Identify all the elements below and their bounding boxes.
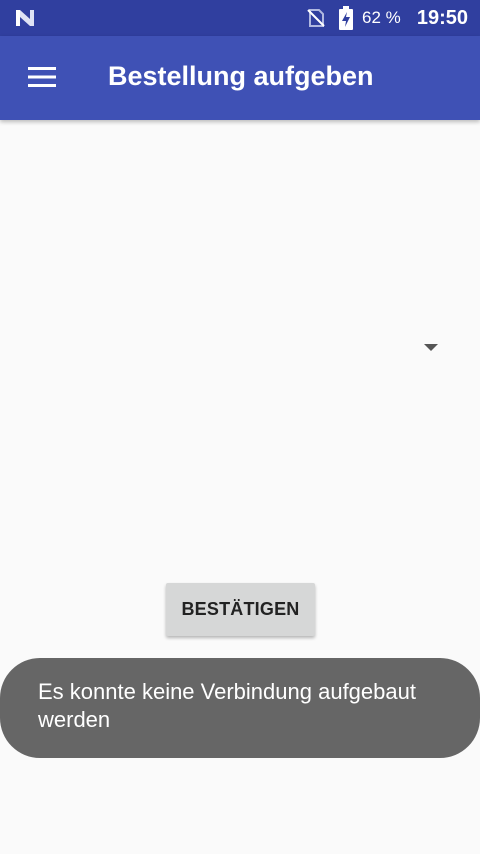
battery-charging-icon bbox=[339, 6, 353, 30]
page-title: Bestellung aufgeben bbox=[108, 61, 374, 91]
no-sim-icon bbox=[307, 9, 325, 27]
toast-message: Es konnte keine Verbindung aufgebaut wer… bbox=[0, 658, 480, 758]
app-bar: Bestellung aufgeben bbox=[0, 36, 480, 120]
dropdown-arrow-icon[interactable] bbox=[424, 344, 438, 351]
hamburger-menu-icon[interactable] bbox=[26, 64, 58, 90]
status-clock: 19:50 bbox=[416, 7, 468, 29]
confirm-button[interactable]: BESTÄTIGEN bbox=[166, 583, 315, 636]
product-spinner[interactable] bbox=[0, 320, 460, 376]
battery-percentage: 62 % bbox=[362, 8, 401, 27]
status-bar: 62 % 19:50 bbox=[0, 0, 480, 36]
n-logo-icon bbox=[16, 10, 34, 26]
toast-text: Es konnte keine Verbindung aufgebaut wer… bbox=[38, 679, 416, 732]
